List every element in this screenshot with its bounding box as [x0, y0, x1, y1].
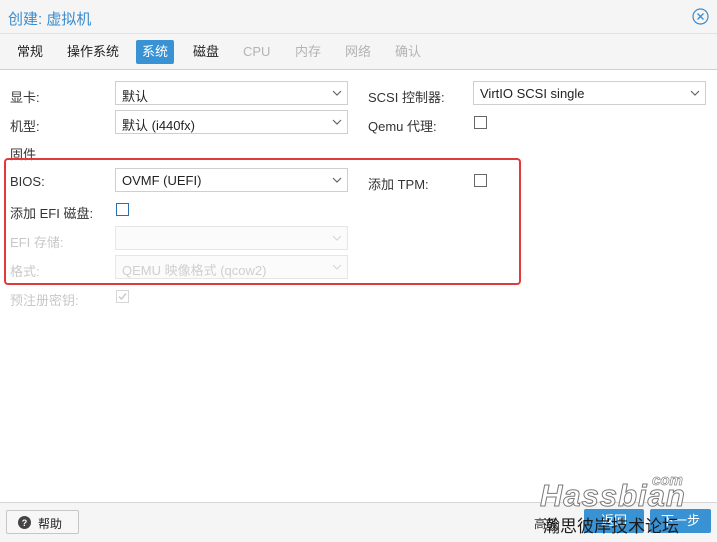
qemu-agent-label: Qemu 代理: [368, 119, 437, 134]
help-label: 帮助 [38, 517, 63, 531]
tab-os[interactable]: 操作系统 [61, 40, 125, 64]
machine-value: 默认 (i440fx) [122, 118, 195, 133]
display-value: 默认 [122, 89, 149, 104]
scsi-controller-select[interactable]: VirtIO SCSI single [473, 81, 706, 105]
next-button[interactable]: 下一步 [650, 509, 711, 533]
advanced-toggle[interactable]: 高级 [534, 515, 558, 532]
machine-label: 机型: [10, 119, 40, 134]
system-form: 显卡: 默认 SCSI 控制器: VirtIO SCSI single 机型: … [0, 70, 717, 502]
tab-disks[interactable]: 磁盘 [187, 40, 225, 64]
tab-network: 网络 [345, 44, 372, 59]
tab-cpu: CPU [243, 44, 271, 59]
scsi-controller-value: VirtIO SCSI single [480, 86, 585, 101]
qemu-agent-checkbox[interactable] [474, 116, 487, 129]
window-title: 创建: 虚拟机 [8, 11, 92, 28]
tab-memory: 内存 [295, 44, 322, 59]
dialog-footer: ? 帮助 高级 返回 下一步 [0, 502, 717, 542]
tab-system[interactable]: 系统 [136, 40, 175, 64]
back-button[interactable]: 返回 [584, 509, 644, 533]
close-icon[interactable] [692, 8, 709, 25]
tab-confirm: 确认 [395, 44, 422, 59]
pre-enroll-keys-label: 预注册密钥: [10, 293, 79, 308]
chevron-down-icon [332, 90, 342, 96]
help-button[interactable]: ? 帮助 [6, 510, 79, 534]
highlight-box [4, 158, 521, 285]
question-circle-icon: ? [18, 516, 31, 529]
tab-bar: 常规 操作系统 系统 磁盘 CPU 内存 网络 确认 [0, 34, 717, 70]
display-select[interactable]: 默认 [115, 81, 348, 105]
scsi-controller-label: SCSI 控制器: [368, 90, 445, 105]
pre-enroll-keys-checkbox [116, 290, 129, 303]
window-titlebar: 创建: 虚拟机 [0, 0, 717, 34]
chevron-down-icon [332, 119, 342, 125]
display-label: 显卡: [10, 90, 40, 105]
chevron-down-icon [690, 90, 700, 96]
tab-general[interactable]: 常规 [11, 40, 49, 64]
machine-select[interactable]: 默认 (i440fx) [115, 110, 348, 134]
svg-text:?: ? [22, 518, 28, 528]
